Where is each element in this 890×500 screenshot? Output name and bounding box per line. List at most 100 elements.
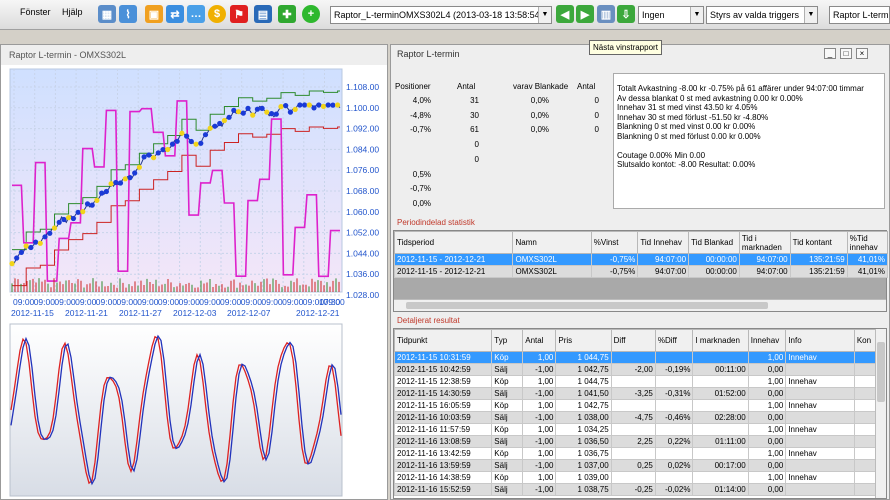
plot-area xyxy=(9,68,343,293)
position-pct-value: -0,7% xyxy=(410,184,431,194)
coin-icon[interactable]: $ xyxy=(208,5,226,23)
position-pct-value: -4,8% xyxy=(410,110,431,120)
detail-cell: -1,00 xyxy=(522,387,557,400)
detail-cell: 02:28:00 xyxy=(692,411,749,424)
filter-select[interactable]: Ingen ▼ xyxy=(638,6,704,24)
period-stats-grid: Tidsperiod Namn %Vinst Tid Innehav Tid Blank… xyxy=(393,230,889,312)
detail-row[interactable]: 2012-11-16 11:57:59 Köp 1,00 1 034,25 1,00 In… xyxy=(394,423,878,436)
report-icon[interactable]: ▥ xyxy=(597,5,615,23)
detail-cell xyxy=(610,471,656,484)
detail-row[interactable]: 2012-11-16 14:38:59 Köp 1,00 1 039,00 1,00 In… xyxy=(394,471,878,484)
calculator-icon[interactable]: ▦ xyxy=(98,5,116,23)
back-arrow-icon[interactable]: ◀ xyxy=(556,5,574,23)
close-icon[interactable]: × xyxy=(856,48,868,59)
detail-cell: Köp xyxy=(491,423,524,436)
price-point xyxy=(42,234,48,240)
position-antal-value: 30 xyxy=(470,110,479,120)
price-point xyxy=(278,104,284,110)
period-cell: 00:00:00 xyxy=(688,265,740,278)
detail-row[interactable]: 2012-11-15 14:30:59 Sälj -1,00 1 041,50 -3,2… xyxy=(394,387,878,400)
y-tick-label: 1.092.00 xyxy=(346,124,379,134)
maximize-button[interactable]: □ xyxy=(840,48,852,59)
detail-col-header: Typ xyxy=(491,329,524,352)
detail-row[interactable]: 2012-11-16 13:08:59 Sälj -1,00 1 036,50 2,25… xyxy=(394,435,878,448)
detail-row[interactable]: 2012-11-15 12:38:59 Köp 1,00 1 044,75 1,00 In… xyxy=(394,375,878,388)
price-point xyxy=(287,109,293,115)
x-time-label: 17:30 xyxy=(319,297,341,307)
trigger-select[interactable]: Styrs av valda triggers ▼ xyxy=(706,6,818,24)
vertical-scrollbar[interactable] xyxy=(875,329,886,498)
price-point xyxy=(127,175,133,181)
forward-arrow-icon[interactable]: ▶ xyxy=(576,5,594,23)
detail-col-header: Antal xyxy=(522,329,557,352)
price-point xyxy=(23,243,29,249)
summary-line: Totalt Avkastning -8.00 kr -0.75% på 61 … xyxy=(617,84,864,93)
lock-icon[interactable]: ▣ xyxy=(145,5,163,23)
detail-cell xyxy=(654,423,694,436)
detail-cell xyxy=(610,423,656,436)
swap-arrows-icon[interactable]: ⇄ xyxy=(166,5,184,23)
period-row[interactable]: 2012-11-15 - 2012-12-21 OMXS302L -0,75% 94:… xyxy=(393,265,889,278)
detail-cell xyxy=(654,351,694,364)
detail-cell: -1,00 xyxy=(522,483,557,496)
detail-cell xyxy=(692,375,749,388)
menu-help[interactable]: Hjälp xyxy=(62,7,83,17)
horizontal-scrollbar[interactable] xyxy=(394,299,886,311)
x-date-label: 2012-12-03 xyxy=(173,308,217,318)
detail-cell xyxy=(785,459,855,472)
scrollbar-thumb[interactable] xyxy=(406,302,768,309)
oscillator-chart[interactable] xyxy=(1,322,387,499)
puzzle-icon[interactable]: ✚ xyxy=(278,5,296,23)
detail-cell: 2012-11-15 10:42:59 xyxy=(394,363,493,376)
detail-cell xyxy=(853,459,878,472)
detail-cell: 0,22% xyxy=(654,435,694,448)
period-row[interactable]: 2012-11-15 - 2012-12-21 OMXS302L -0,75% 94:… xyxy=(393,253,889,266)
price-chart[interactable]: 1.108.00 1.100.00 1.092.00 1.084.00 1.076.00… xyxy=(1,65,387,320)
detail-row[interactable]: 2012-11-15 10:31:59 Köp 1,00 1 044,75 1,00 In… xyxy=(394,351,878,364)
detail-cell: Köp xyxy=(491,471,524,484)
chart-panel: Raptor L-termin - OMXS302L 1.108.00 1.100… xyxy=(0,44,388,500)
price-point xyxy=(217,120,223,127)
period-col-header: Namn xyxy=(512,231,592,254)
price-point xyxy=(136,164,142,170)
scrollbar-thumb[interactable] xyxy=(877,342,885,402)
save-icon[interactable]: ▤ xyxy=(254,5,272,23)
position-antal-value: 0 xyxy=(474,140,479,150)
speech-bubble-icon[interactable]: … xyxy=(187,5,205,23)
summary-line: Blankning 0 st med vinst 0.00 kr 0.00% xyxy=(617,122,756,131)
detail-cell: Köp xyxy=(491,447,524,460)
y-tick-label: 1.036.00 xyxy=(346,269,379,279)
price-point xyxy=(264,109,270,115)
detail-cell xyxy=(853,351,878,364)
add-icon[interactable]: + xyxy=(302,5,320,23)
minimize-button[interactable]: _ xyxy=(824,48,836,59)
x-date-label: 2012-11-27 xyxy=(119,308,162,318)
strategy-select[interactable]: Raptor_L-terminOMXS302L4 (2013-03-18 13:… xyxy=(330,6,552,24)
detail-cell: 1 042,75 xyxy=(555,399,612,412)
detail-cell: 2012-11-16 13:42:59 xyxy=(394,447,493,460)
detail-row[interactable]: 2012-11-15 16:05:59 Köp 1,00 1 042,75 1,00 In… xyxy=(394,399,878,412)
detail-cell: 01:11:00 xyxy=(692,435,749,448)
period-cell: 94:07:00 xyxy=(738,265,791,278)
detail-table: Tidpunkt Typ Antal Pris Diff %Diff I marknaden… xyxy=(394,329,878,496)
detail-row[interactable]: 2012-11-16 13:42:59 Köp 1,00 1 036,75 1,00 In… xyxy=(394,447,878,460)
detail-row[interactable]: 2012-11-16 10:03:59 Sälj -1,00 1 038,00 -4,7… xyxy=(394,411,878,424)
detail-cell xyxy=(692,471,749,484)
detail-cell xyxy=(654,447,694,460)
strategy-name-select[interactable]: Raptor L-termin xyxy=(829,6,890,24)
price-point xyxy=(169,141,176,147)
detail-cell xyxy=(853,423,878,436)
menu-window[interactable]: Fönster xyxy=(20,7,51,17)
detail-cell xyxy=(692,351,749,364)
detail-row[interactable]: 2012-11-16 13:59:59 Sälj -1,00 1 037,00 0,25… xyxy=(394,459,878,472)
detail-cell: 2012-11-16 14:38:59 xyxy=(394,471,493,484)
download-icon[interactable]: ⇩ xyxy=(617,5,635,23)
detail-col-header: I marknaden xyxy=(692,329,749,352)
detail-row[interactable]: 2012-11-15 10:42:59 Sälj -1,00 1 042,75 -2,0… xyxy=(394,363,878,376)
detail-cell: -1,00 xyxy=(522,435,557,448)
flag-icon[interactable]: ⚑ xyxy=(230,5,248,23)
detail-row[interactable]: 2012-11-16 15:52:59 Sälj -1,00 1 038,75 -0,2… xyxy=(394,483,878,496)
summary-line: Blankning 0 st med förlust 0.00 kr 0.00% xyxy=(617,131,761,141)
detail-cell xyxy=(654,399,694,412)
chart-icon[interactable]: ⌇ xyxy=(119,5,137,23)
